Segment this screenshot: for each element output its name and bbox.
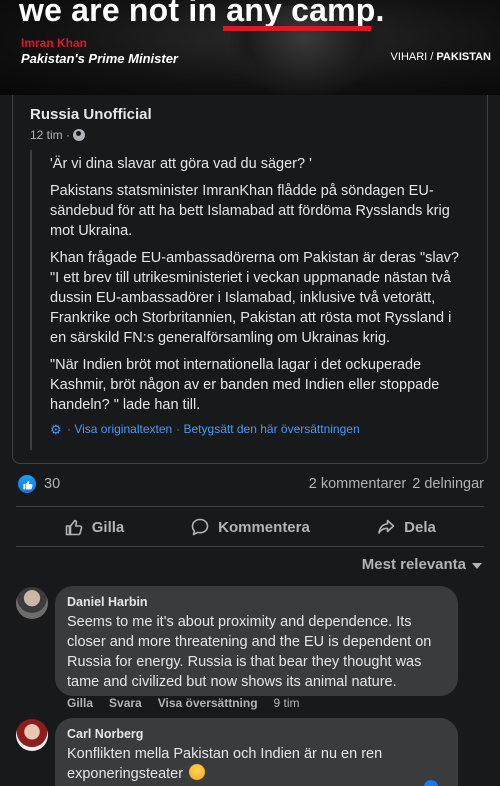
comment-bubble: Daniel Harbin Seems to me it's about pro… bbox=[55, 586, 458, 696]
image-headline: we are not in any camp. bbox=[19, 0, 385, 28]
comment-button[interactable]: Kommentera bbox=[172, 508, 328, 546]
share-button[interactable]: Dela bbox=[328, 508, 484, 546]
image-brand-suffix: PAKISTAN bbox=[436, 51, 491, 63]
reactions-row: 30 2 kommentarer 2 delningar bbox=[0, 472, 500, 498]
comment-share-counts: 2 kommentarer 2 delningar bbox=[309, 476, 484, 492]
shared-post-card: Russia Unofficial 12 tim · 'Är vi dina s… bbox=[12, 95, 488, 464]
comment-reply-link[interactable]: Svara bbox=[109, 696, 142, 710]
globe-icon bbox=[73, 129, 86, 141]
post-action-bar: Gilla Kommentera Dela bbox=[16, 508, 484, 546]
image-person-name: Imran Khan bbox=[21, 36, 88, 50]
comment-bubble: Carl Norberg Konflikten mella Pakistan o… bbox=[55, 718, 458, 786]
post-time[interactable]: 12 tim · bbox=[30, 128, 70, 142]
comment-label: Kommentera bbox=[218, 518, 310, 536]
image-brand-prefix: VIHARI bbox=[390, 51, 428, 63]
comment-text: Konflikten mella Pakistan och Indien är … bbox=[67, 746, 383, 782]
comment-actions: Gilla Svara Visa översättning 9 tim bbox=[67, 696, 300, 710]
comment-text: Seems to me it's about proximity and dep… bbox=[67, 614, 432, 690]
thumbs-up-icon bbox=[65, 519, 83, 536]
comment-author[interactable]: Daniel Harbin bbox=[67, 595, 446, 609]
like-label: Gilla bbox=[91, 518, 125, 536]
post-paragraph: 'Är vi dina slavar att göra vad du säger… bbox=[50, 156, 312, 172]
comment-text-wrap: Konflikten mella Pakistan och Indien är … bbox=[67, 744, 446, 784]
comment-author[interactable]: Carl Norberg bbox=[67, 727, 446, 741]
comment-time[interactable]: 9 tim bbox=[274, 696, 300, 710]
avatar[interactable] bbox=[16, 719, 48, 751]
share-label: Dela bbox=[404, 518, 436, 536]
like-button[interactable]: Gilla bbox=[16, 508, 172, 546]
like-reaction-icon[interactable] bbox=[18, 475, 36, 493]
divider bbox=[16, 506, 484, 507]
image-person-role: Pakistan's Prime Minister bbox=[21, 51, 178, 66]
comment-like-link[interactable]: Gilla bbox=[67, 696, 93, 710]
translation-links: ⚙ · Visa originaltexten · Betygsätt den … bbox=[50, 422, 470, 436]
comment-see-translation-link[interactable]: Visa översättning bbox=[158, 696, 258, 710]
chevron-down-icon bbox=[472, 562, 482, 569]
avatar[interactable] bbox=[16, 587, 48, 619]
divider bbox=[16, 546, 484, 547]
thumbs-up-icon bbox=[22, 480, 33, 489]
comment-count[interactable]: 2 kommentarer bbox=[309, 476, 407, 492]
image-brand: VIHARI / PAKISTAN bbox=[391, 51, 491, 63]
post-paragraph: Pakistans statsminister ImranKhan flådde… bbox=[50, 183, 450, 239]
share-icon bbox=[378, 519, 395, 534]
translated-text: 'Är vi dina slavar att göra vad du säger… bbox=[30, 150, 470, 450]
headline-underline bbox=[223, 26, 371, 31]
rate-translation-link[interactable]: · Betygsätt den här översättningen bbox=[176, 422, 359, 436]
wink-emoji-icon bbox=[189, 764, 206, 780]
shared-post-image[interactable]: we are not in any camp. Imran Khan Pakis… bbox=[0, 0, 500, 95]
share-count[interactable]: 2 delningar bbox=[412, 476, 484, 492]
comment-icon bbox=[191, 518, 209, 536]
comment-sort-dropdown[interactable]: Mest relevanta bbox=[362, 556, 482, 573]
post-author[interactable]: Russia Unofficial bbox=[30, 106, 152, 123]
post-timestamp[interactable]: 12 tim · bbox=[30, 128, 86, 142]
post-paragraph: "När Indien bröt mot internationella lag… bbox=[50, 357, 440, 413]
see-original-link[interactable]: · Visa originaltexten bbox=[67, 422, 172, 436]
post-paragraph: Khan frågade EU-ambassadörerna om Pakist… bbox=[50, 250, 459, 346]
gear-icon: ⚙ bbox=[50, 421, 62, 437]
reaction-count[interactable]: 30 bbox=[44, 476, 60, 492]
sort-label: Mest relevanta bbox=[361, 556, 466, 573]
